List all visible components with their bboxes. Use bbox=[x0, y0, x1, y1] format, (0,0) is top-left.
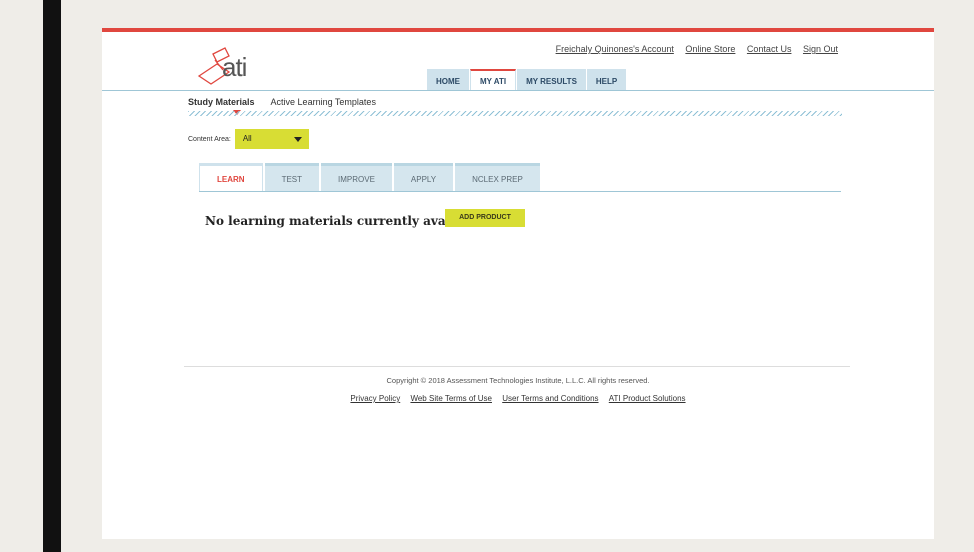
tab-learn[interactable]: LEARN bbox=[199, 163, 263, 191]
empty-state-message: No learning materials currently availabl… bbox=[205, 214, 484, 228]
privacy-policy-link[interactable]: Privacy Policy bbox=[350, 394, 400, 403]
tab-apply[interactable]: APPLY bbox=[393, 163, 454, 191]
study-tabs: LEARN TEST IMPROVE APPLY NCLEX PREP bbox=[199, 163, 540, 191]
chevron-down-icon bbox=[293, 137, 302, 142]
tab-test[interactable]: TEST bbox=[264, 163, 320, 191]
user-terms-link[interactable]: User Terms and Conditions bbox=[502, 394, 598, 403]
tab-nclex-prep[interactable]: NCLEX PREP bbox=[455, 163, 540, 191]
tab-my-results[interactable]: MY RESULTS bbox=[517, 69, 586, 91]
footer-divider bbox=[184, 366, 850, 367]
copyright-text: Copyright © 2018 Assessment Technologies… bbox=[386, 376, 650, 385]
footer-links: Privacy Policy Web Site Terms of Use Use… bbox=[102, 394, 934, 403]
hatched-divider bbox=[188, 111, 842, 116]
main-nav: HOME MY ATI MY RESULTS HELP bbox=[427, 69, 627, 91]
sub-nav: Study Materials Active Learning Template… bbox=[188, 97, 390, 107]
website-terms-link[interactable]: Web Site Terms of Use bbox=[410, 394, 492, 403]
tabs-divider bbox=[199, 191, 841, 192]
nav-divider bbox=[102, 90, 934, 91]
account-link[interactable]: Freichaly Quinones's Account bbox=[556, 44, 674, 54]
tab-help[interactable]: HELP bbox=[586, 69, 627, 91]
slide-side-bar bbox=[43, 0, 61, 552]
content-area-filter: Content Area: All bbox=[188, 129, 309, 149]
sub-nav-study-materials[interactable]: Study Materials bbox=[188, 97, 255, 107]
product-solutions-link[interactable]: ATI Product Solutions bbox=[609, 394, 686, 403]
account-links: Freichaly Quinones's Account Online Stor… bbox=[547, 44, 838, 54]
browser-page: ati Freichaly Quinones's Account Online … bbox=[102, 28, 934, 539]
contact-us-link[interactable]: Contact Us bbox=[747, 44, 792, 54]
content-area-value: All bbox=[242, 134, 252, 143]
tab-my-ati[interactable]: MY ATI bbox=[470, 69, 517, 91]
sub-nav-active-learning-templates[interactable]: Active Learning Templates bbox=[271, 97, 376, 107]
add-product-button[interactable]: ADD PRODUCT bbox=[445, 209, 525, 227]
sign-out-link[interactable]: Sign Out bbox=[803, 44, 838, 54]
online-store-link[interactable]: Online Store bbox=[685, 44, 735, 54]
content-area-label: Content Area: bbox=[188, 135, 231, 143]
ati-logo-text: ati bbox=[222, 52, 247, 82]
content-area-select[interactable]: All bbox=[234, 129, 309, 149]
tab-home[interactable]: HOME bbox=[427, 69, 469, 91]
tab-improve[interactable]: IMPROVE bbox=[321, 163, 392, 191]
